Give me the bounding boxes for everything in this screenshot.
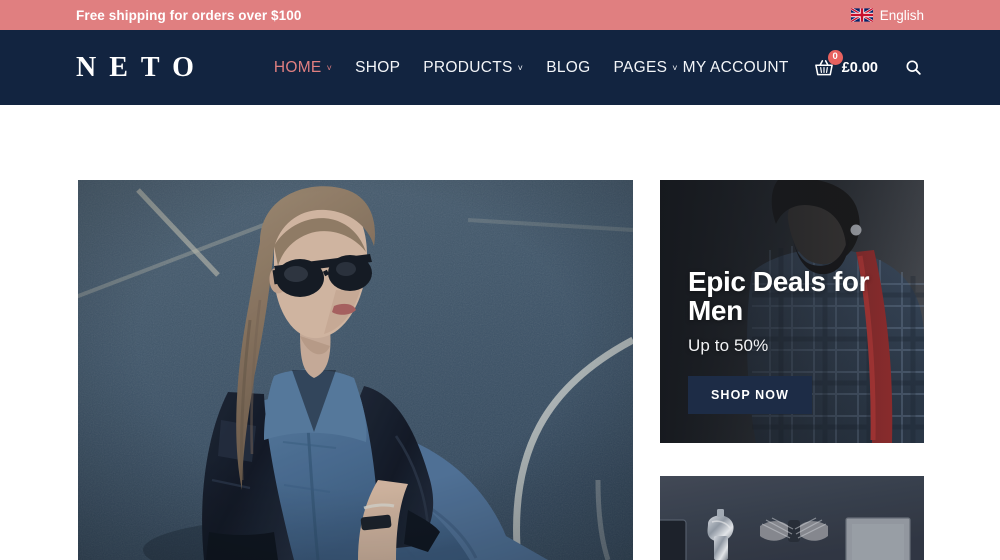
site-header: NETO HOME ˅ SHOP PRODUCTS ˅ BLOG PAGES ˅… [0,30,1000,105]
cart-widget[interactable]: 0 £0.00 [813,49,878,79]
side-banners: Epic Deals for Men Up to 50% SHOP NOW [660,180,924,560]
nav-item-products[interactable]: PRODUCTS ˅ [423,59,523,77]
main-content: Epic Deals for Men Up to 50% SHOP NOW [0,105,1000,560]
chevron-down-icon: ˅ [672,63,678,73]
header-utilities: MY ACCOUNT 0 £0.00 [683,49,924,79]
nav-label-products: PRODUCTS [423,58,513,76]
nav-item-home[interactable]: HOME ˅ [274,59,332,77]
chevron-down-icon: ˅ [517,63,524,73]
nav-label-home: HOME [273,58,322,76]
shipping-message: Free shipping for orders over $100 [76,7,302,23]
shop-now-button[interactable]: SHOP NOW [688,376,813,414]
nav-item-pages[interactable]: PAGES ˅ [614,59,678,77]
search-icon[interactable] [902,57,924,79]
nav-item-blog[interactable]: BLOG [546,59,590,77]
shopping-basket-icon: 0 [813,49,843,79]
banner-title: Epic Deals for Men [688,266,870,326]
site-logo[interactable]: NETO [76,53,207,82]
banner-epic-deals-men[interactable]: Epic Deals for Men Up to 50% SHOP NOW [660,180,924,443]
uk-flag-icon [850,8,873,22]
nav-label-shop: SHOP [355,58,401,76]
nav-item-shop[interactable]: SHOP [355,59,400,77]
hero-slider-image[interactable] [78,180,633,560]
banner-copy: Epic Deals for Men Up to 50% [688,266,906,356]
banner-accessories[interactable] [660,476,924,560]
announcement-bar: Free shipping for orders over $100 Engli… [0,0,1000,30]
cart-total-amount: £0.00 [841,59,878,76]
my-account-link[interactable]: MY ACCOUNT [683,59,789,77]
language-label: English [879,7,924,23]
language-selector[interactable]: English [850,7,924,23]
hero-grid: Epic Deals for Men Up to 50% SHOP NOW [78,180,924,560]
nav-label-blog: BLOG [546,58,591,76]
main-navigation: HOME ˅ SHOP PRODUCTS ˅ BLOG PAGES ˅ [274,59,678,77]
chevron-down-icon: ˅ [326,63,333,73]
nav-label-pages: PAGES [613,58,668,76]
cart-count-badge: 0 [827,49,843,65]
banner-subtitle: Up to 50% [688,336,769,356]
